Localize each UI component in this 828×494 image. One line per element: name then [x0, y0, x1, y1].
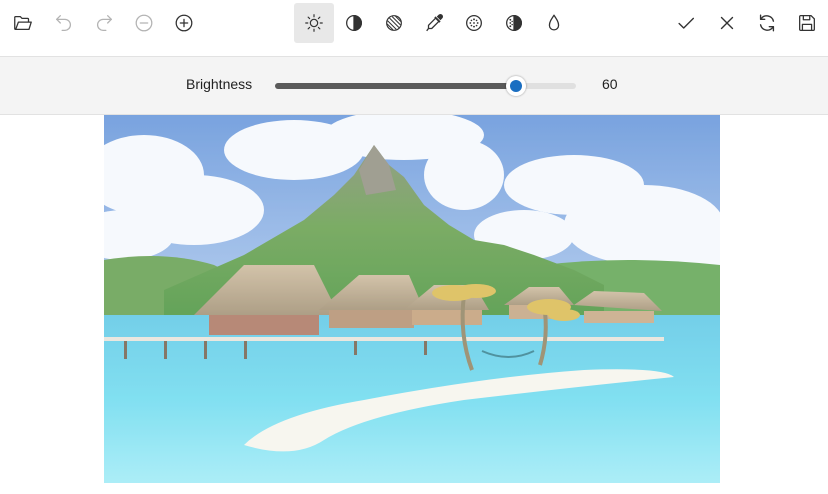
contrast-tool-button[interactable]	[334, 3, 374, 43]
slider-fill	[275, 83, 516, 89]
brightness-slider[interactable]	[275, 76, 576, 96]
zoom-in-button[interactable]	[164, 3, 204, 43]
contrast-icon	[346, 15, 362, 31]
save-disk-icon	[799, 15, 815, 31]
apply-check-icon	[678, 17, 695, 29]
reset-button[interactable]	[747, 3, 787, 43]
undo-button[interactable]	[44, 3, 84, 43]
eyedropper-icon	[426, 14, 443, 32]
redo-icon	[97, 15, 112, 31]
toolbar	[0, 0, 828, 45]
redo-button[interactable]	[84, 3, 124, 43]
droplet-tool-button[interactable]	[534, 3, 574, 43]
sharpen-icon	[506, 15, 522, 31]
blur-tool-button[interactable]	[454, 3, 494, 43]
image-canvas[interactable]	[104, 115, 720, 483]
apply-button[interactable]	[666, 3, 706, 43]
droplet-icon	[548, 14, 560, 31]
adjustment-value: 60	[602, 76, 618, 92]
undo-icon	[56, 15, 71, 31]
sharpen-tool-button[interactable]	[494, 3, 534, 43]
eyedropper-tool-button[interactable]	[414, 3, 454, 43]
zoom-in-icon	[175, 14, 193, 32]
adjustment-label: Brightness	[186, 76, 253, 92]
open-button[interactable]	[3, 3, 43, 43]
adjustment-bar: Brightness 60	[0, 56, 828, 115]
blur-icon	[466, 15, 482, 31]
open-folder-icon	[14, 15, 32, 31]
resort-photo	[104, 115, 720, 483]
slider-thumb[interactable]	[505, 76, 526, 96]
zoom-out-button[interactable]	[124, 3, 164, 43]
brightness-tool-button[interactable]	[294, 3, 334, 43]
zoom-out-icon	[135, 14, 153, 32]
brightness-icon	[305, 14, 323, 32]
cancel-button[interactable]	[707, 3, 747, 43]
cancel-x-icon	[720, 16, 734, 30]
saturation-tool-button[interactable]	[374, 3, 414, 43]
reset-refresh-icon	[759, 14, 775, 32]
save-button[interactable]	[787, 3, 827, 43]
saturation-icon	[386, 15, 402, 31]
